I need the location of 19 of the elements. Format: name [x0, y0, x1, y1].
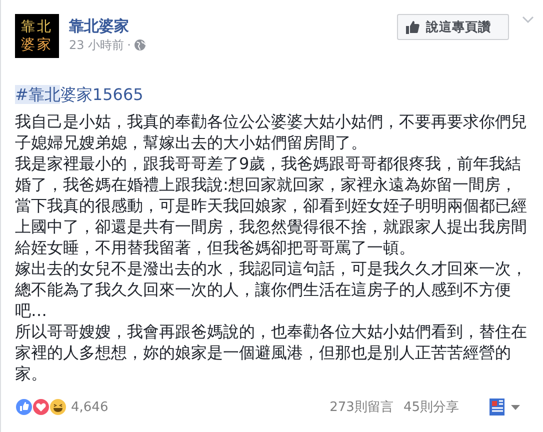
avatar-logo-text: 靠北 [21, 18, 53, 36]
post-paragraph: 我是家裡最小的，跟我哥哥差了9歲，我爸媽跟哥哥都很疼我，前年我結婚了，我爸媽在婚禮上跟我說:想回家就回家，家裡永遠為妳留一間房，當下我真的很感動，可是昨天我回娘家，卻看到姪女姪子明明兩個都已經上國中了，卻還是共有一間房，我忽然覺得很不捨，就跟家人提出我房間給姪女睡，不用替我留著，但我爸媽卻把哥哥罵了一頓。 [15, 153, 528, 258]
globe-icon [134, 39, 146, 51]
comments-link[interactable]: 273則留言 [330, 398, 394, 416]
shares-link[interactable]: 45則分享 [403, 398, 459, 416]
laughing-face-icon [49, 398, 67, 416]
page-avatar[interactable]: 靠北 婆家 [15, 14, 59, 58]
separator-dot: · [127, 37, 131, 54]
post-paragraph: 所以哥哥嫂嫂，我會再跟爸媽說的，也奉勸各位大姑小姑們看到，替住在家裡的人多想想，妳的娘家是一個避風港，但那也是別人正苦苦經營的家。 [15, 321, 528, 384]
post-paragraph: 嫁出去的女兒不是潑出去的水，我認同這句話，可是我久久才回來一次，總不能為了我久久回來一次的人，讓你們生活在這房子的人感到不方便吧… [15, 258, 528, 321]
like-page-button[interactable]: 說這專頁讚 [397, 14, 509, 40]
thumbs-up-icon [15, 398, 33, 416]
avatar-logo-text: 婆家 [21, 36, 53, 54]
post-paragraph: 我自己是小姑，我真的奉勸各位公公婆婆大姑小姑們，不要再要求你們兒子媳婦兄嫂弟媳，幫嫁出去的大小姑們留房間了。 [15, 111, 528, 153]
profile-selector-icon[interactable] [489, 398, 523, 416]
thumbs-up-icon [406, 20, 420, 34]
reaction-count[interactable]: 4,646 [71, 400, 108, 414]
hashtag-link[interactable]: #靠北婆家15665 [15, 84, 144, 105]
page-name-link[interactable]: 靠北婆家 [69, 16, 146, 36]
